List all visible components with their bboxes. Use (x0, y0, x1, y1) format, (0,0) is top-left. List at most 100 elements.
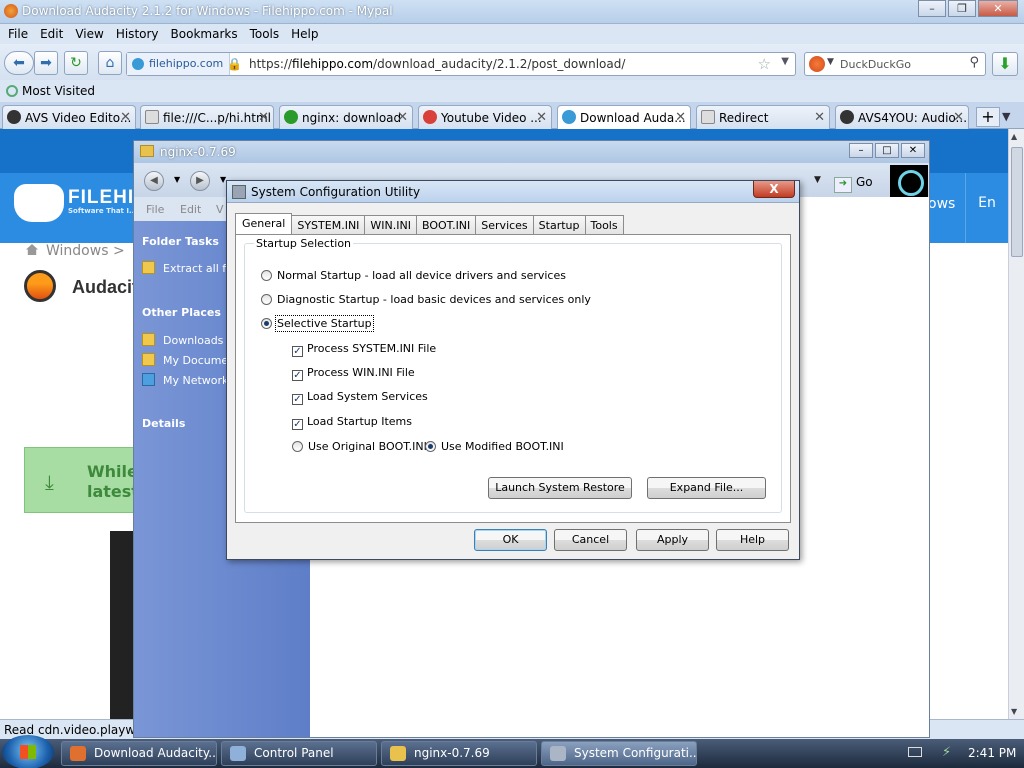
tab-nginx[interactable]: nginx: download ✕ (279, 105, 413, 129)
apply-button[interactable]: Apply (636, 529, 709, 551)
launch-system-restore-button[interactable]: Launch System Restore (488, 477, 632, 499)
explorer-menu-edit[interactable]: Edit (180, 203, 201, 216)
filehippo-logo-icon[interactable] (14, 184, 64, 222)
search-icon[interactable]: ⚲ (969, 55, 979, 70)
help-button[interactable]: Help (716, 529, 789, 551)
language-selector[interactable]: En (965, 173, 1008, 243)
most-visited-folder[interactable]: Most Visited (6, 84, 95, 98)
selective-startup-option[interactable]: Selective Startup (261, 315, 374, 332)
site-identity[interactable]: filehippo.com (127, 53, 231, 75)
explorer-minimize-button[interactable]: – (849, 143, 873, 158)
tab-startup[interactable]: Startup (533, 215, 586, 235)
use-modified-boot-ini-radio[interactable] (425, 441, 436, 452)
load-startup-items-option[interactable]: ✓ Load Startup Items (292, 415, 412, 430)
url-dropdown-icon[interactable]: ▼ (781, 56, 789, 67)
extract-all-link[interactable]: Extract all fil (142, 261, 232, 275)
back-button[interactable]: ⬅ (4, 51, 34, 75)
network-icon[interactable]: ⚡ (942, 745, 951, 760)
scroll-down-icon[interactable]: ▼ (1011, 707, 1017, 716)
engine-dropdown-icon[interactable]: ▼ (827, 57, 834, 67)
tab-services[interactable]: Services (476, 215, 534, 235)
dialog-close-button[interactable]: X (753, 181, 795, 198)
tab-download-audacity[interactable]: Download Auda... ✕ (557, 105, 691, 130)
tab-close-icon[interactable]: ✕ (120, 110, 131, 125)
tab-file-hi[interactable]: file:///C...p/hi.html ✕ (140, 105, 274, 129)
keyboard-icon[interactable] (908, 747, 922, 757)
tab-close-icon[interactable]: ✕ (675, 110, 686, 125)
tab-close-icon[interactable]: ✕ (258, 110, 269, 125)
place-my-network[interactable]: My Network (142, 373, 228, 387)
load-system-services-option[interactable]: ✓ Load System Services (292, 390, 428, 405)
home-button[interactable]: ⌂ (98, 51, 122, 75)
tab-avs4you[interactable]: AVS4YOU: Audio... ✕ (835, 105, 969, 129)
downloads-button[interactable]: ⬇ (992, 52, 1018, 76)
tab-redirect[interactable]: Redirect ✕ (696, 105, 830, 129)
home-icon[interactable] (26, 244, 38, 255)
tab-close-icon[interactable]: ✕ (397, 110, 408, 125)
explorer-forward-button[interactable]: ▶ (190, 171, 210, 191)
menu-view[interactable]: View (75, 27, 103, 41)
tab-close-icon[interactable]: ✕ (814, 110, 825, 125)
tab-list-icon[interactable]: ▼ (1002, 110, 1010, 123)
other-places-heading[interactable]: Other Places (142, 306, 221, 319)
explorer-close-button[interactable]: ✕ (901, 143, 925, 158)
diagnostic-startup-option[interactable]: Diagnostic Startup - load basic devices … (261, 293, 591, 306)
taskbar-item-nginx[interactable]: nginx-0.7.69 (381, 741, 537, 766)
tab-tools[interactable]: Tools (585, 215, 624, 235)
maximize-button[interactable]: ❐ (948, 0, 976, 17)
url-bar[interactable]: filehippo.com 🔒 https://filehippo.com/do… (126, 52, 796, 76)
minimize-button[interactable]: – (918, 0, 946, 17)
tab-boot-ini[interactable]: BOOT.INI (416, 215, 477, 235)
back-dropdown-icon[interactable]: ▼ (174, 175, 180, 184)
clock[interactable]: 2:41 PM (968, 746, 1016, 760)
menu-file[interactable]: File (8, 27, 28, 41)
new-tab-button[interactable]: + (976, 107, 1000, 127)
load-system-services-checkbox[interactable]: ✓ (292, 394, 303, 405)
tab-close-icon[interactable]: ✕ (536, 110, 547, 125)
start-button[interactable] (2, 735, 54, 768)
go-button[interactable]: Go (834, 175, 873, 193)
tab-general[interactable]: General (235, 213, 293, 235)
page-scrollbar[interactable]: ▲ ▼ (1008, 129, 1024, 719)
bookmark-star-icon[interactable]: ☆ (758, 55, 771, 73)
reload-button[interactable]: ↻ (64, 51, 88, 75)
use-original-boot-ini-option[interactable]: Use Original BOOT.INI (292, 440, 427, 453)
normal-startup-radio[interactable] (261, 270, 272, 281)
url-text[interactable]: https://filehippo.com/download_audacity/… (249, 57, 625, 71)
process-win-ini-checkbox[interactable]: ✓ (292, 370, 303, 381)
load-startup-items-checkbox[interactable]: ✓ (292, 419, 303, 430)
search-bar[interactable]: ▼ DuckDuckGo ⚲ (804, 52, 986, 76)
tab-youtube[interactable]: Youtube Video ... ✕ (418, 105, 552, 129)
address-dropdown-icon[interactable]: ▼ (814, 175, 828, 191)
menu-tools[interactable]: Tools (250, 27, 280, 41)
taskbar-item-control-panel[interactable]: Control Panel (221, 741, 377, 766)
scrollbar-thumb[interactable] (1011, 147, 1023, 257)
place-downloads[interactable]: Downloads (142, 333, 223, 347)
tab-close-icon[interactable]: ✕ (953, 110, 964, 125)
normal-startup-option[interactable]: Normal Startup - load all device drivers… (261, 269, 566, 282)
scroll-up-icon[interactable]: ▲ (1011, 132, 1017, 141)
ok-button[interactable]: OK (474, 529, 547, 551)
folder-tasks-heading[interactable]: Folder Tasks (142, 235, 219, 248)
process-system-ini-option[interactable]: ✓ Process SYSTEM.INI File (292, 342, 436, 357)
explorer-menu-view[interactable]: V (216, 203, 224, 216)
taskbar-item-browser[interactable]: Download Audacity... (61, 741, 217, 766)
use-modified-boot-ini-option[interactable]: Use Modified BOOT.INI (425, 440, 564, 453)
use-original-boot-ini-radio[interactable] (292, 441, 303, 452)
forward-button[interactable]: ➡ (34, 51, 58, 75)
explorer-back-button[interactable]: ◀ (144, 171, 164, 191)
nav-windows-link[interactable]: ows (928, 196, 955, 212)
menu-bookmarks[interactable]: Bookmarks (171, 27, 238, 41)
tab-win-ini[interactable]: WIN.INI (365, 215, 417, 235)
diagnostic-startup-radio[interactable] (261, 294, 272, 305)
menu-history[interactable]: History (116, 27, 159, 41)
taskbar-item-msconfig[interactable]: System Configurati... (541, 741, 697, 766)
tab-avs-video[interactable]: AVS Video Edito... ✕ (2, 105, 136, 129)
expand-file-button[interactable]: Expand File... (647, 477, 766, 499)
tab-system-ini[interactable]: SYSTEM.INI (292, 215, 366, 235)
breadcrumb-windows[interactable]: Windows > (46, 243, 125, 259)
selective-startup-radio[interactable] (261, 318, 272, 329)
duckduckgo-icon[interactable] (809, 56, 825, 72)
details-heading[interactable]: Details (142, 417, 185, 430)
cancel-button[interactable]: Cancel (554, 529, 627, 551)
